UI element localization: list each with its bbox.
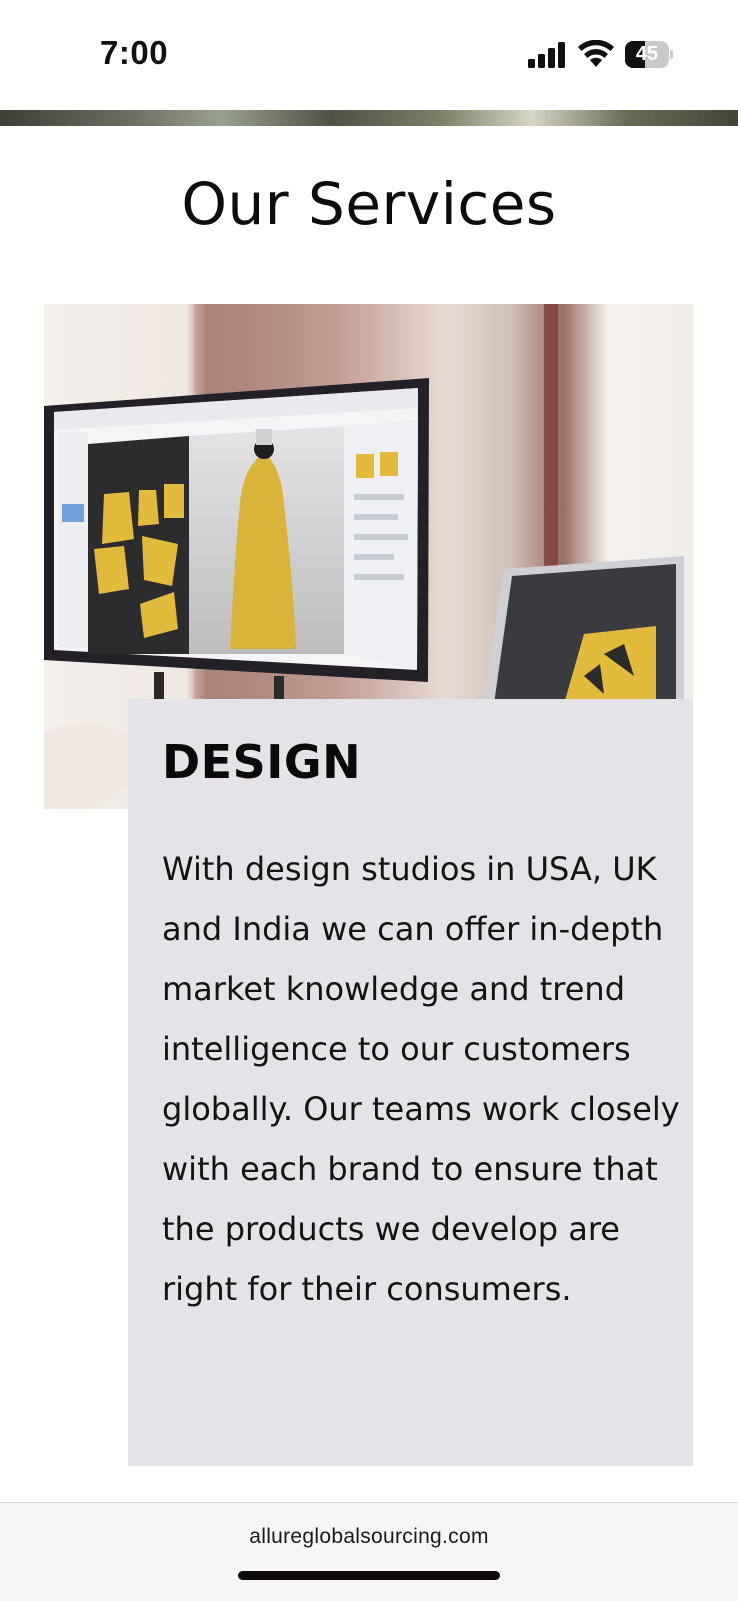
section-title: Our Services xyxy=(181,170,557,238)
status-bar: 7:00 45 xyxy=(0,0,738,110)
browser-url-bar[interactable]: allureglobalsourcing.com xyxy=(0,1502,738,1601)
battery-icon: 45 xyxy=(625,41,673,68)
home-indicator[interactable] xyxy=(238,1571,500,1580)
service-card-design: DESIGN With design studios in USA, UK an… xyxy=(128,699,693,1466)
signal-icon xyxy=(528,42,565,68)
wifi-icon xyxy=(578,40,614,67)
status-time: 7:00 xyxy=(100,34,169,71)
service-heading: DESIGN xyxy=(162,735,362,789)
service-description: With design studios in USA, UK and India… xyxy=(162,850,680,1308)
url-text[interactable]: allureglobalsourcing.com xyxy=(0,1525,738,1549)
battery-level: 45 xyxy=(635,43,659,65)
hero-image-bottom-edge xyxy=(0,110,738,126)
